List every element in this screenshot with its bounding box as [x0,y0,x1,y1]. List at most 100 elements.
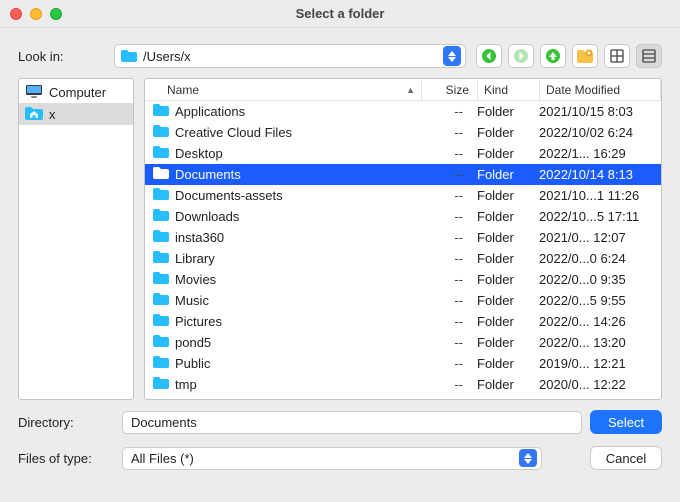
monitor-icon [25,84,43,101]
folder-icon [153,251,169,266]
table-row[interactable]: Public--Folder2019/0... 12:21 [145,353,661,374]
file-date: 2021/10...1 11:26 [533,188,661,203]
file-name: pond5 [175,335,211,350]
table-row[interactable]: Documents-assets--Folder2021/10...1 11:2… [145,185,661,206]
cancel-button[interactable]: Cancel [590,446,662,470]
file-date: 2022/0... 13:20 [533,335,661,350]
sidebar-item-computer[interactable]: Computer [19,81,133,103]
folder-icon [153,230,169,245]
nav-buttons [476,44,662,68]
file-pane: Name ▲ Size Kind Date Modified Applicati… [144,78,662,400]
table-row[interactable]: Downloads --Folder2022/10...5 17:11 [145,206,661,227]
file-kind: Folder [471,293,533,308]
file-size: -- [415,377,471,392]
folder-icon [153,293,169,308]
file-list: Applications--Folder2021/10/15 8:03Creat… [145,101,661,395]
up-button[interactable] [540,44,566,68]
file-size: -- [415,335,471,350]
file-size: -- [415,293,471,308]
sidebar-item-home[interactable]: x [19,103,133,125]
folder-icon [121,50,137,62]
file-date: 2022/1... 16:29 [533,146,661,161]
titlebar: Select a folder [0,0,680,28]
file-kind: Folder [471,230,533,245]
file-date: 2022/0...0 6:24 [533,251,661,266]
table-row[interactable]: Movies--Folder2022/0...0 9:35 [145,269,661,290]
folder-icon [153,314,169,329]
detail-view-button[interactable] [636,44,662,68]
file-name: Pictures [175,314,222,329]
filter-label: Files of type: [18,451,114,466]
path-text: /Users/x [143,49,191,64]
table-row[interactable]: Desktop--Folder2022/1... 16:29 [145,143,661,164]
file-name: Movies [175,272,216,287]
table-row[interactable]: insta360--Folder2021/0... 12:07 [145,227,661,248]
table-row[interactable]: Pictures--Folder2022/0... 14:26 [145,311,661,332]
column-size-header[interactable]: Size [421,79,477,100]
file-kind: Folder [471,167,533,182]
back-button[interactable] [476,44,502,68]
file-kind: Folder [471,104,533,119]
file-size: -- [415,209,471,224]
folder-icon [153,125,169,140]
file-kind: Folder [471,209,533,224]
file-name: Downloads [175,209,239,224]
file-name: Music [175,293,209,308]
column-date-header[interactable]: Date Modified [539,79,661,100]
list-view-button[interactable] [604,44,630,68]
folder-icon [153,272,169,287]
window-title: Select a folder [0,6,680,21]
forward-button[interactable] [508,44,534,68]
table-row[interactable]: pond5--Folder2022/0... 13:20 [145,332,661,353]
folder-icon [153,188,169,203]
folder-icon [153,335,169,350]
dropdown-arrows-icon [519,449,537,467]
file-name: Library [175,251,215,266]
file-type-dropdown[interactable]: All Files (*) [122,447,542,470]
table-row[interactable]: tmp--Folder2020/0... 12:22 [145,374,661,395]
file-date: 2022/10/02 6:24 [533,125,661,140]
path-dropdown[interactable]: /Users/x [114,44,466,68]
select-button[interactable]: Select [590,410,662,434]
sidebar: Computer x [18,78,134,400]
look-in-label: Look in: [18,49,104,64]
directory-label: Directory: [18,415,114,430]
file-size: -- [415,314,471,329]
file-kind: Folder [471,125,533,140]
column-name-header[interactable]: Name ▲ [145,83,421,97]
file-date: 2022/0...5 9:55 [533,293,661,308]
file-kind: Folder [471,356,533,371]
column-kind-header[interactable]: Kind [477,79,539,100]
table-row[interactable]: Creative Cloud Files--Folder2022/10/02 6… [145,122,661,143]
file-size: -- [415,251,471,266]
dropdown-arrows-icon [443,46,461,66]
file-kind: Folder [471,377,533,392]
table-row[interactable]: Music --Folder2022/0...5 9:55 [145,290,661,311]
column-name-label: Name [167,83,199,97]
file-kind: Folder [471,146,533,161]
table-row[interactable]: Applications --Folder2021/10/15 8:03 [145,101,661,122]
folder-icon [153,104,169,119]
file-size: -- [415,230,471,245]
file-size: -- [415,146,471,161]
table-row[interactable]: Library --Folder2022/0...0 6:24 [145,248,661,269]
directory-input[interactable]: Documents [122,411,582,434]
folder-icon [153,167,169,182]
file-size: -- [415,167,471,182]
file-name: Creative Cloud Files [175,125,292,140]
file-date: 2021/0... 12:07 [533,230,661,245]
directory-value: Documents [131,415,197,430]
file-name: Documents-assets [175,188,283,203]
new-folder-button[interactable] [572,44,598,68]
file-name: Documents [175,167,241,182]
footer: Directory: Documents Select Files of typ… [0,400,680,470]
folder-icon [153,209,169,224]
file-name: Applications [175,104,245,119]
table-row[interactable]: Documents--Folder2022/10/14 8:13 [145,164,661,185]
file-kind: Folder [471,251,533,266]
file-date: 2021/10/15 8:03 [533,104,661,119]
file-date: 2022/10...5 17:11 [533,209,661,224]
file-kind: Folder [471,188,533,203]
file-size: -- [415,104,471,119]
sort-asc-icon: ▲ [406,85,415,95]
